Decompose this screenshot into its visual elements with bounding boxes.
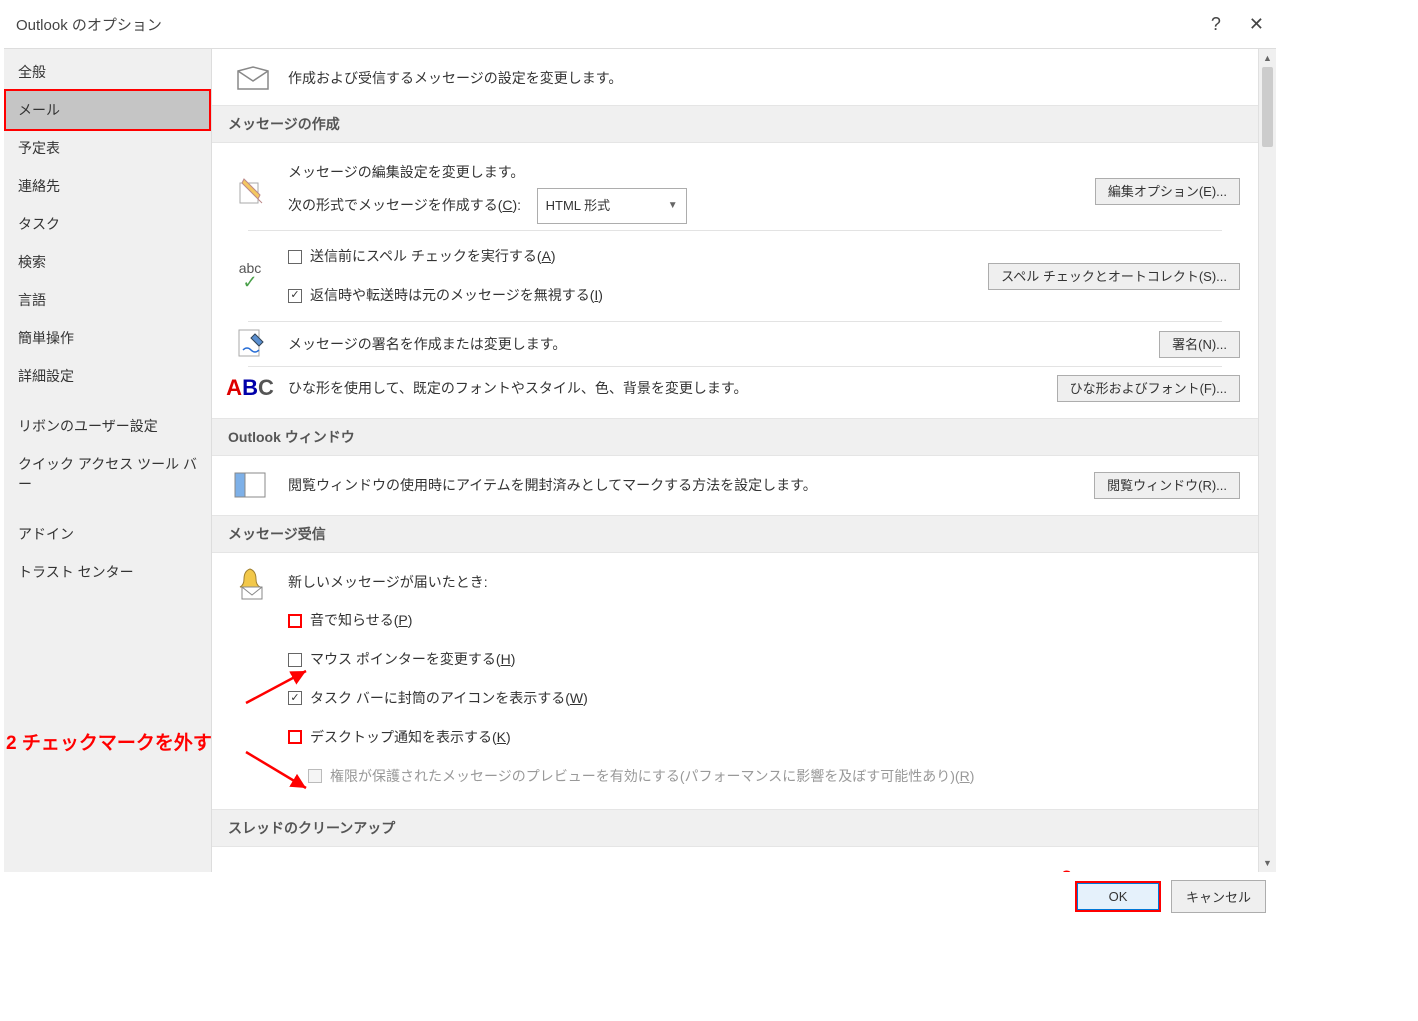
bell-envelope-icon — [230, 567, 270, 601]
scroll-down-button[interactable]: ▼ — [1259, 854, 1276, 872]
sound-checkbox-row[interactable]: 音で知らせる(P) — [288, 601, 1240, 640]
sidebar-item-advanced[interactable]: 詳細設定 — [4, 357, 211, 395]
checkbox-unchecked[interactable] — [288, 250, 302, 264]
section-header-compose: メッセージの作成 — [212, 105, 1258, 143]
sidebar-item-calendar[interactable]: 予定表 — [4, 129, 211, 167]
window-title: Outlook のオプション — [16, 14, 162, 35]
stationery-row: ABC ひな形を使用して、既定のフォントやスタイル、色、背景を変更します。 ひな… — [230, 373, 1240, 404]
abc-check-icon: abc✓ — [230, 261, 270, 291]
ignore-checkbox-row[interactable]: ✓ 返信時や転送時は元のメッセージを無視する(I) — [288, 276, 970, 315]
checkbox-preview-disabled — [308, 769, 322, 783]
checkbox-sound[interactable] — [288, 614, 302, 628]
cancel-button[interactable]: キャンセル — [1171, 880, 1266, 913]
checkbox-mouse[interactable] — [288, 653, 302, 667]
edit-options-button[interactable]: 編集オプション(E)... — [1095, 178, 1240, 205]
stationery-button[interactable]: ひな形およびフォント(F)... — [1057, 375, 1240, 402]
sidebar-item-general[interactable]: 全般 — [4, 53, 211, 91]
section-header-thread: スレッドのクリーンアップ — [212, 809, 1258, 847]
edit-desc: メッセージの編集設定を変更します。 — [288, 157, 1077, 188]
sidebar-item-ribbon[interactable]: リボンのユーザー設定 — [4, 407, 211, 445]
vertical-scrollbar[interactable]: ▲ ▼ — [1258, 49, 1276, 872]
format-select[interactable]: HTML 形式 ▼ — [537, 188, 687, 225]
sidebar-item-contacts[interactable]: 連絡先 — [4, 167, 211, 205]
format-row: 次の形式でメッセージを作成する(C): HTML 形式 ▼ — [288, 188, 1077, 225]
sidebar-item-mail[interactable]: メール — [4, 89, 211, 131]
sidebar-item-language[interactable]: 言語 — [4, 281, 211, 319]
desktop-checkbox-row[interactable]: デスクトップ通知を表示する(K) — [288, 718, 1240, 757]
intro-text: 作成および受信するメッセージの設定を変更します。 — [288, 68, 622, 88]
new-msg-label: 新しいメッセージが届いたとき: — [288, 567, 1240, 602]
receive-row: 新しいメッセージが届いたとき: 音で知らせる(P) マウス ポインターを変更する… — [230, 567, 1240, 796]
edit-options-row: メッセージの編集設定を変更します。 次の形式でメッセージを作成する(C): HT… — [230, 157, 1240, 224]
mouse-checkbox-row[interactable]: マウス ポインターを変更する(H) — [288, 640, 1240, 679]
annotation-2: 2 チェックマークを外す — [6, 728, 212, 755]
signature-row: メッセージの署名を作成または変更します。 署名(N)... — [230, 328, 1240, 360]
stationery-desc: ひな形を使用して、既定のフォントやスタイル、色、背景を変更します。 — [288, 380, 747, 396]
envelope-icon — [236, 65, 270, 91]
sidebar-item-qat[interactable]: クイック アクセス ツール バー — [4, 445, 211, 503]
spell-options-button[interactable]: スペル チェックとオートコレクト(S)... — [988, 263, 1240, 290]
titlebar: Outlook のオプション ? ✕ — [0, 0, 1280, 44]
spell-row: abc✓ 送信前にスペル チェックを実行する(A) ✓ 返信時や転送時は元のメッ… — [230, 237, 1240, 315]
footer: OK キャンセル — [0, 872, 1280, 920]
scroll-thumb[interactable] — [1262, 67, 1273, 147]
sidebar-item-trust[interactable]: トラスト センター — [4, 553, 211, 591]
sidebar-item-addins[interactable]: アドイン — [4, 515, 211, 553]
taskbar-checkbox-row[interactable]: ✓ タスク バーに封筒のアイコンを表示する(W) — [288, 679, 1240, 718]
signature-icon — [230, 328, 270, 360]
preview-checkbox-row: 権限が保護されたメッセージのプレビューを有効にする(パフォーマンスに影響を及ぼす… — [288, 757, 1240, 796]
help-button[interactable]: ? — [1211, 14, 1221, 35]
readingpane-button[interactable]: 閲覧ウィンドウ(R)... — [1094, 472, 1240, 499]
edit-icon — [230, 175, 270, 207]
scroll-area: 作成および受信するメッセージの設定を変更します。 メッセージの作成 メッセージの… — [212, 49, 1258, 872]
close-button[interactable]: ✕ — [1249, 14, 1264, 35]
spell-checkbox-row[interactable]: 送信前にスペル チェックを実行する(A) — [288, 237, 970, 276]
sidebar-item-ease[interactable]: 簡単操作 — [4, 319, 211, 357]
checkbox-taskbar[interactable]: ✓ — [288, 691, 302, 705]
scroll-up-button[interactable]: ▲ — [1259, 49, 1276, 67]
checkbox-checked[interactable]: ✓ — [288, 289, 302, 303]
section-header-outlookwin: Outlook ウィンドウ — [212, 418, 1258, 456]
intro-row: 作成および受信するメッセージの設定を変更します。 — [212, 49, 1258, 105]
window-controls: ? ✕ — [1211, 14, 1264, 35]
checkbox-desktop[interactable] — [288, 730, 302, 744]
readingpane-desc: 閲覧ウィンドウの使用時にアイテムを開封済みとしてマークする方法を設定します。 — [288, 477, 817, 493]
section-header-receive: メッセージ受信 — [212, 515, 1258, 553]
sidebar-item-tasks[interactable]: タスク — [4, 205, 211, 243]
sidebar-item-search[interactable]: 検索 — [4, 243, 211, 281]
ok-button[interactable]: OK — [1075, 881, 1161, 912]
stationery-icon: ABC — [230, 375, 270, 401]
signature-desc: メッセージの署名を作成または変更します。 — [288, 336, 566, 352]
readingpane-row: 閲覧ウィンドウの使用時にアイテムを開封済みとしてマークする方法を設定します。 閲… — [230, 470, 1240, 501]
chevron-down-icon: ▼ — [668, 195, 678, 217]
pane-icon — [230, 472, 270, 498]
signature-button[interactable]: 署名(N)... — [1159, 331, 1240, 358]
content-area: 作成および受信するメッセージの設定を変更します。 メッセージの作成 メッセージの… — [212, 49, 1276, 872]
